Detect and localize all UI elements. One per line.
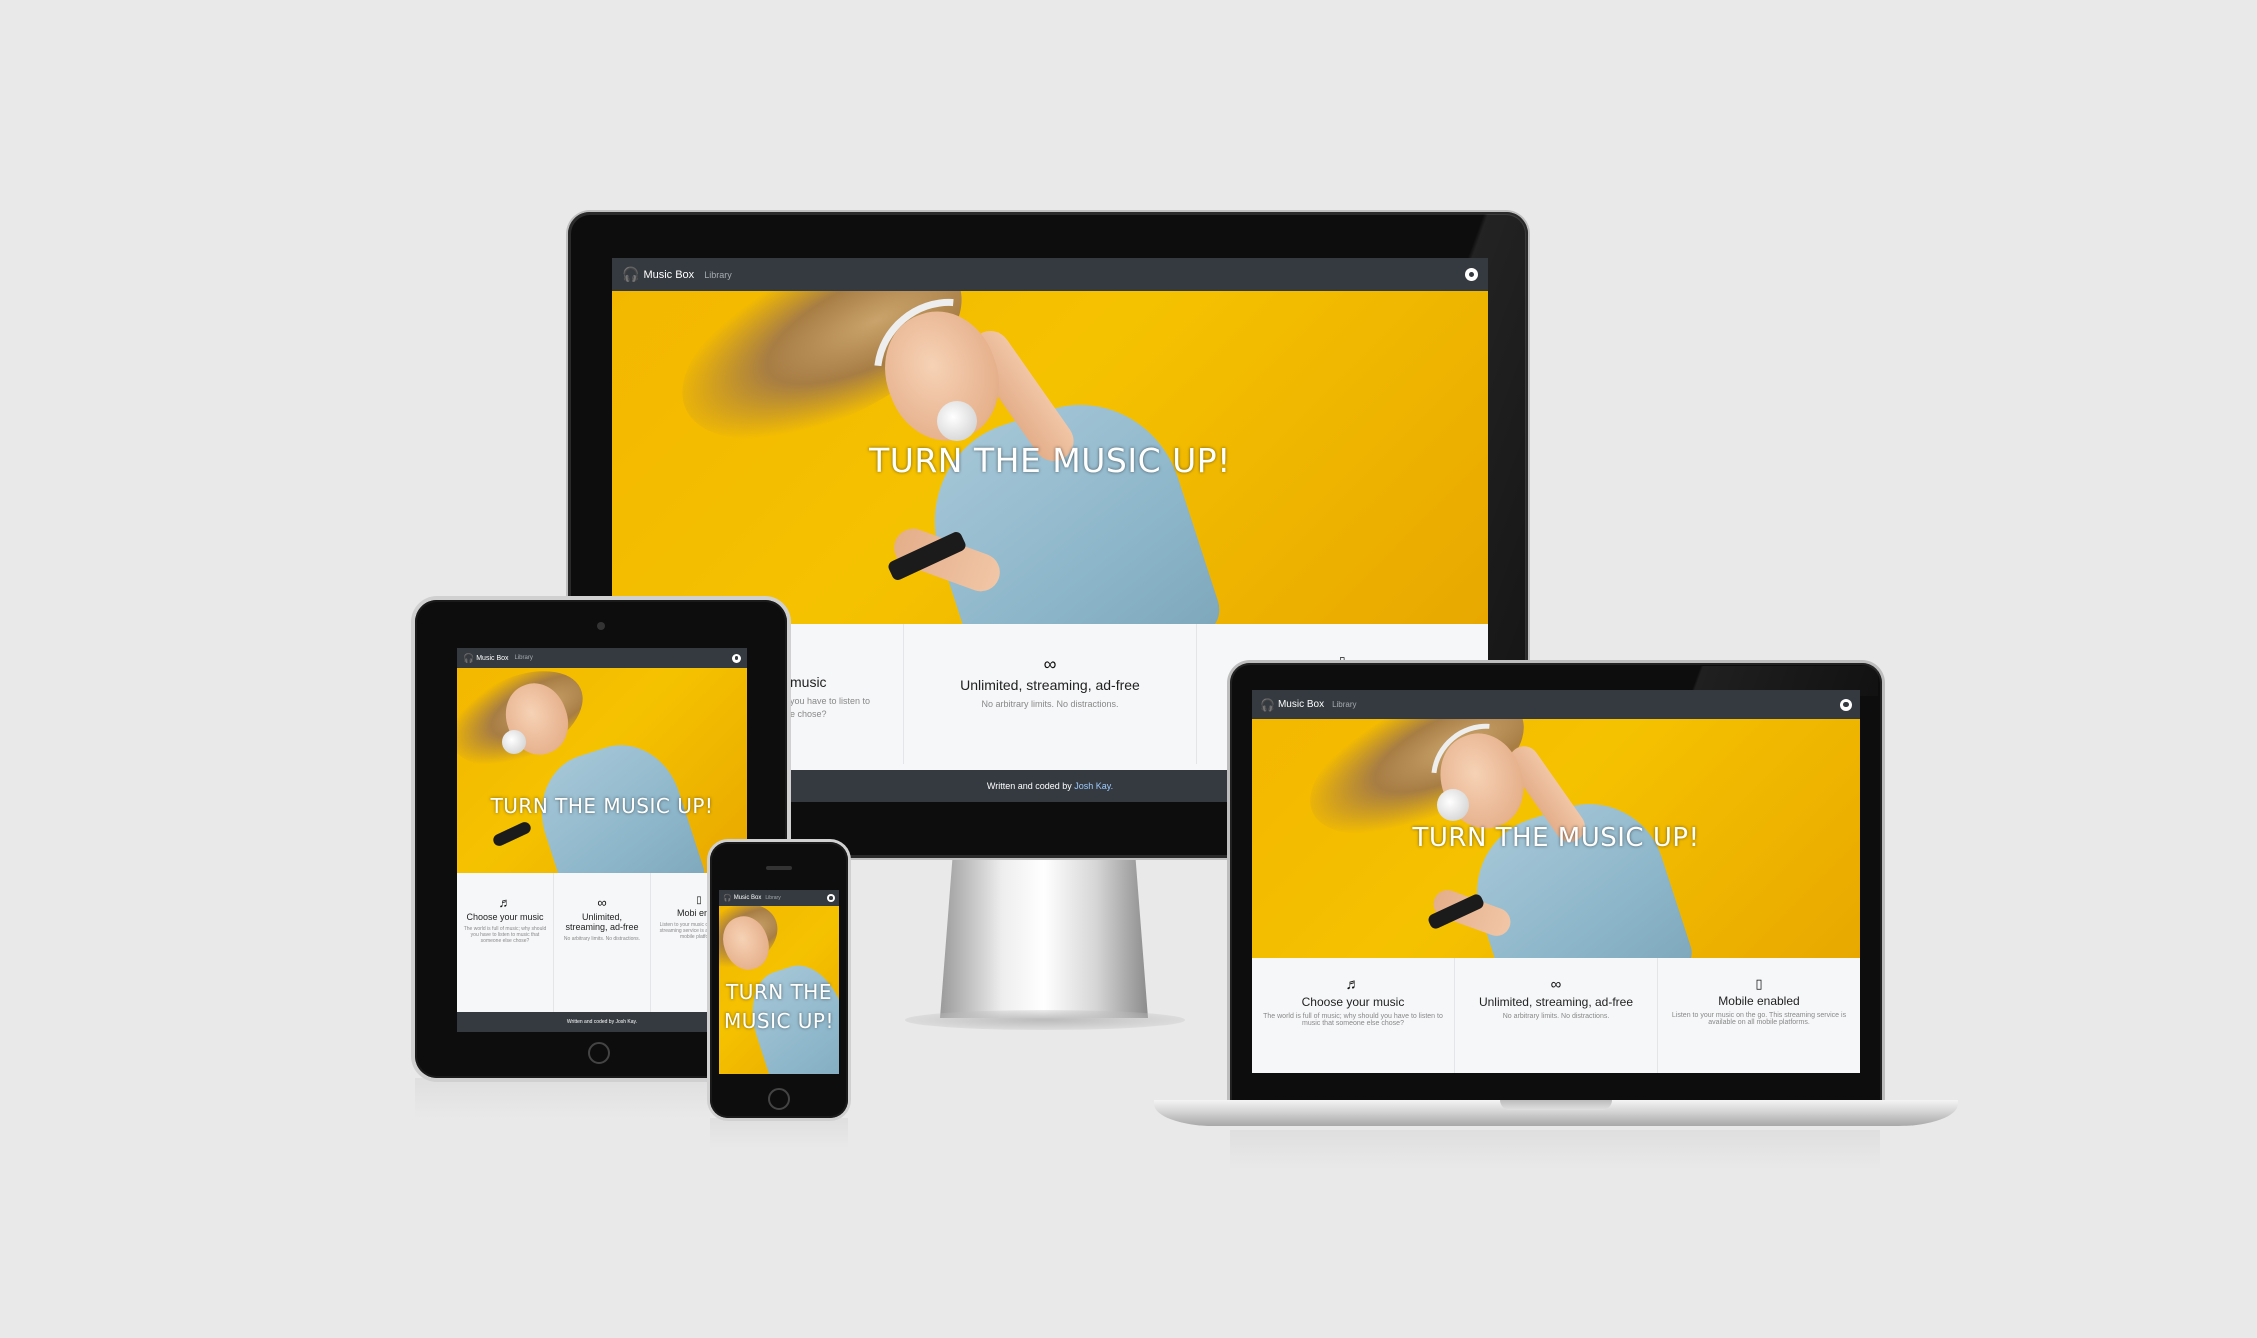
phone-reflection [710, 1118, 848, 1148]
mobile-icon: ▯ [1755, 976, 1763, 991]
hero-banner: TURN THE MUSIC UP! [1252, 719, 1860, 958]
navbar-brand[interactable]: 🎧 Music Box [1260, 698, 1324, 712]
navbar: 🎧 Music Box Library [457, 648, 747, 668]
navbar-brand[interactable]: 🎧 Music Box [463, 653, 509, 664]
monitor-stand [940, 858, 1148, 1018]
hero-title: TURN THE MUSIC UP! [723, 980, 835, 1033]
features-section: ♬ Choose your music The world is full of… [457, 873, 747, 1013]
headphones-icon: 🎧 [1260, 697, 1275, 712]
headphones-icon: 🎧 [723, 895, 732, 902]
infinity-icon: ∞ [597, 895, 607, 910]
hero-photo-earcup [1437, 789, 1469, 821]
phone-screen: 🎧 Music Box Library TURN THE MUSIC UP! [719, 890, 839, 1074]
nav-link-library[interactable]: Library [765, 895, 780, 901]
feature-unlimited: ∞ Unlimited, streaming, ad-free No arbit… [1455, 958, 1658, 1073]
phone-home-button[interactable] [768, 1088, 790, 1110]
github-icon[interactable] [827, 894, 835, 902]
hero-photo-phone [491, 820, 533, 848]
navbar: 🎧 Music Box Library [719, 890, 839, 906]
brand-label: Music Box [1277, 699, 1325, 710]
feature-text: The world is full of music; why should y… [1263, 1013, 1443, 1027]
headphones-icon: 🎧 [622, 266, 640, 282]
feature-heading: Unlimited, streaming, ad-free [1478, 995, 1634, 1009]
hero-title: TURN THE MUSIC UP! [869, 441, 1231, 480]
feature-text: No arbitrary limits. No distractions. [563, 936, 641, 942]
tablet-home-button[interactable] [588, 1042, 610, 1064]
github-icon[interactable] [1840, 698, 1852, 711]
footer: Written and coded by Josh Kay. [457, 1012, 747, 1032]
laptop-notch [1500, 1100, 1612, 1110]
feature-unlimited: ∞ Unlimited, streaming, ad-free No arbit… [904, 624, 1197, 764]
footer-author-link[interactable]: Josh Kay. [1074, 781, 1113, 791]
feature-choose-music: ♬ Choose your music The world is full of… [457, 873, 554, 1013]
brand-label: Music Box [476, 654, 509, 662]
nav-link-library[interactable]: Library [704, 270, 732, 280]
brand-label: Music Box [733, 895, 762, 901]
navbar: 🎧 Music Box Library [612, 258, 1488, 291]
tablet-screen: 🎧 Music Box Library TURN THE MUSIC UP! ♬… [457, 648, 747, 1032]
laptop-screen: 🎧 Music Box Library TURN THE MUSIC UP! ♬… [1252, 690, 1860, 1073]
features-section: ♬ Choose your music The world is full of… [1252, 958, 1860, 1073]
hero-title: TURN THE MUSIC UP! [490, 794, 714, 818]
feature-text: No arbitrary limits. No distractions. [981, 699, 1119, 709]
navbar: 🎧 Music Box Library [1252, 690, 1860, 719]
hero-banner: TURN THE MUSIC UP! [457, 668, 747, 873]
feature-unlimited: ∞ Unlimited, streaming, ad-free No arbit… [554, 873, 651, 1013]
feature-heading: Mobile enabled [1718, 994, 1800, 1008]
hero-banner: TURN THE MUSIC UP! [719, 906, 839, 1074]
monitor-base-shadow [905, 1010, 1185, 1030]
hero-photo-earcup [502, 730, 526, 754]
brand-label: Music Box [643, 268, 695, 281]
tablet-camera [597, 622, 605, 630]
hero-title: TURN THE MUSIC UP! [1412, 823, 1700, 853]
feature-heading: Choose your music [1301, 995, 1405, 1009]
feature-text: Listen to your music on the go. This str… [1671, 1012, 1847, 1026]
feature-heading: Unlimited, streaming, ad-free [565, 912, 639, 932]
feature-choose-music: ♬ Choose your music The world is full of… [1252, 958, 1455, 1073]
infinity-icon: ∞ [1043, 654, 1057, 674]
github-icon[interactable] [732, 653, 741, 663]
nav-link-library[interactable]: Library [1332, 700, 1356, 709]
nav-link-library[interactable]: Library [515, 655, 533, 661]
feature-heading: Choose your music [466, 912, 544, 922]
feature-heading: Unlimited, streaming, ad-free [960, 677, 1140, 693]
phone-speaker [766, 866, 792, 870]
headphones-icon: 🎧 [463, 652, 475, 663]
footer-text: Written and coded by Josh Kay. [566, 1019, 638, 1025]
navbar-brand[interactable]: 🎧 Music Box [622, 266, 694, 283]
music-note-icon: ♬ [498, 895, 512, 910]
feature-text: No arbitrary limits. No distractions. [1502, 1013, 1610, 1020]
hero-banner: TURN THE MUSIC UP! [612, 291, 1488, 624]
hero-photo-earcup [937, 401, 977, 441]
laptop-reflection [1230, 1130, 1880, 1170]
feature-mobile: ▯ Mobile enabled Listen to your music on… [1658, 958, 1860, 1073]
navbar-brand[interactable]: 🎧 Music Box [723, 894, 761, 902]
feature-text: The world is full of music; why should y… [463, 926, 547, 944]
music-note-icon: ♬ [1345, 976, 1361, 993]
infinity-icon: ∞ [1550, 976, 1562, 993]
footer-text: Written and coded by [986, 781, 1072, 791]
github-icon[interactable] [1465, 268, 1478, 281]
